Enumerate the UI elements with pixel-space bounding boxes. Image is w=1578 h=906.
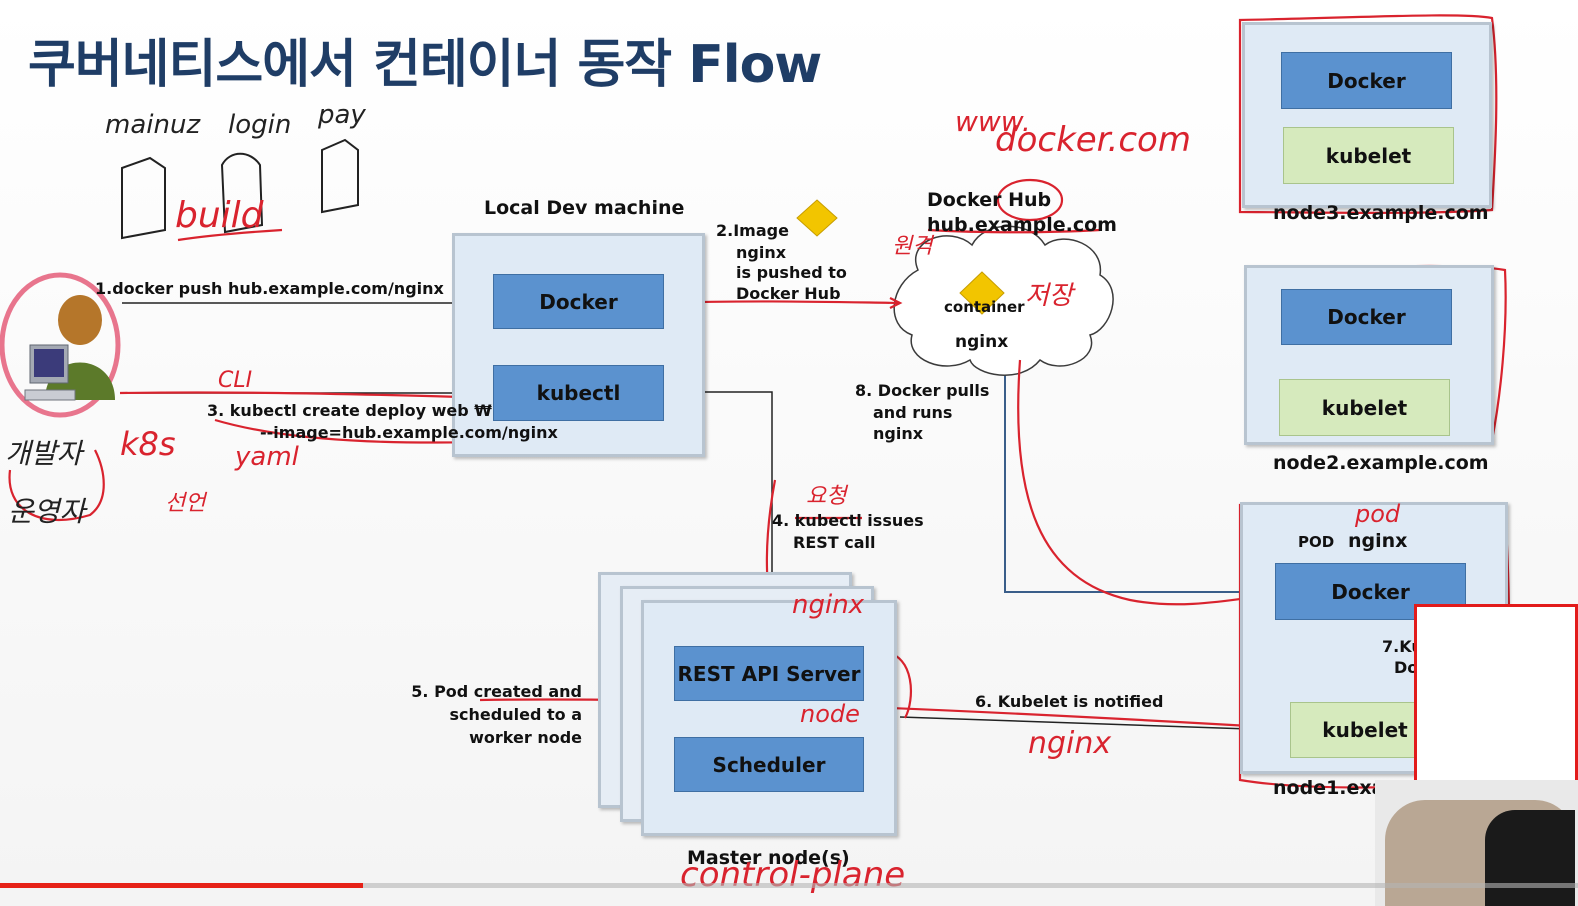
node3-name: node3.example.com bbox=[1273, 202, 1489, 224]
rest-api-server-box: REST API Server bbox=[674, 646, 864, 701]
step2-line4: Docker Hub bbox=[736, 284, 841, 303]
annot-pay: pay bbox=[318, 100, 366, 130]
annot-k8s: k8s bbox=[120, 425, 176, 463]
step8-line1: 8. Docker pulls bbox=[855, 381, 990, 400]
step1-label: 1.docker push hub.example.com/nginx bbox=[95, 279, 444, 298]
hub-label-line2: hub.example.com bbox=[927, 214, 1117, 236]
annot-login: login bbox=[228, 110, 292, 140]
step5-line2: scheduled to a bbox=[449, 705, 582, 724]
annot-ops: 운영자 bbox=[8, 495, 86, 528]
annot-control-plane: control-plane bbox=[680, 855, 906, 895]
annot-nginx2: nginx bbox=[1028, 726, 1112, 761]
node3-docker-box: Docker bbox=[1281, 52, 1452, 109]
annot-cli: CLI bbox=[218, 368, 253, 393]
hub-label-line1: Docker Hub bbox=[927, 189, 1052, 211]
annot-call: 요청 bbox=[806, 484, 847, 509]
annot-nginx: nginx bbox=[792, 590, 865, 620]
hub-container-label: container bbox=[944, 298, 1025, 316]
step2-line3: is pushed to bbox=[736, 263, 847, 282]
annot-build: build bbox=[175, 195, 264, 236]
annot-node: node bbox=[800, 700, 860, 728]
annot-dev: 개발자 bbox=[5, 437, 83, 470]
step2-line1: 2.Image bbox=[716, 221, 789, 240]
node3-kubelet-box: kubelet bbox=[1283, 127, 1454, 184]
step3-line1: 3. kubectl create deploy web ₩ bbox=[207, 401, 492, 420]
step2-line2: nginx bbox=[736, 243, 787, 262]
node1-pod-name: nginx bbox=[1348, 530, 1408, 552]
arrow-pull bbox=[1004, 360, 1268, 593]
node2-docker-box: Docker bbox=[1281, 289, 1452, 345]
local-docker-box: Docker bbox=[493, 274, 664, 329]
node1-pod-label: POD bbox=[1298, 533, 1335, 551]
step8-line2: and runs bbox=[873, 403, 953, 422]
step8-line3: nginx bbox=[873, 424, 924, 443]
step5-line3: worker node bbox=[469, 728, 582, 747]
step4-line1: 4. kubectl issues bbox=[772, 511, 924, 530]
node2-kubelet-box: kubelet bbox=[1279, 379, 1450, 436]
step4-line2: REST call bbox=[793, 533, 876, 552]
annot-yaml: yaml bbox=[235, 442, 299, 472]
video-progress-bar[interactable] bbox=[0, 883, 1578, 888]
annot-mainuz: mainuz bbox=[105, 110, 201, 140]
scheduler-box: Scheduler bbox=[674, 737, 864, 792]
local-kubectl-box: kubectl bbox=[493, 365, 664, 421]
video-progress-fill bbox=[0, 883, 363, 888]
annot-repo: 저장 bbox=[1025, 281, 1073, 311]
step5-line1: 5. Pod created and bbox=[411, 682, 582, 701]
annot-hub-url-l2: docker.com bbox=[995, 120, 1191, 160]
person-icon bbox=[24, 295, 115, 401]
annot-pod: pod bbox=[1355, 500, 1401, 528]
step3-line2: --image=hub.example.com/nginx bbox=[260, 423, 558, 442]
node2-name: node2.example.com bbox=[1273, 452, 1489, 474]
annot-server: 원격 bbox=[892, 234, 933, 259]
webcam-overlay-box bbox=[1414, 604, 1578, 784]
hub-nginx-label: nginx bbox=[955, 332, 1009, 352]
annot-ops2: 선언 bbox=[165, 491, 206, 516]
local-dev-label: Local Dev machine bbox=[484, 197, 685, 219]
step6-label: 6. Kubelet is notified bbox=[975, 692, 1164, 711]
